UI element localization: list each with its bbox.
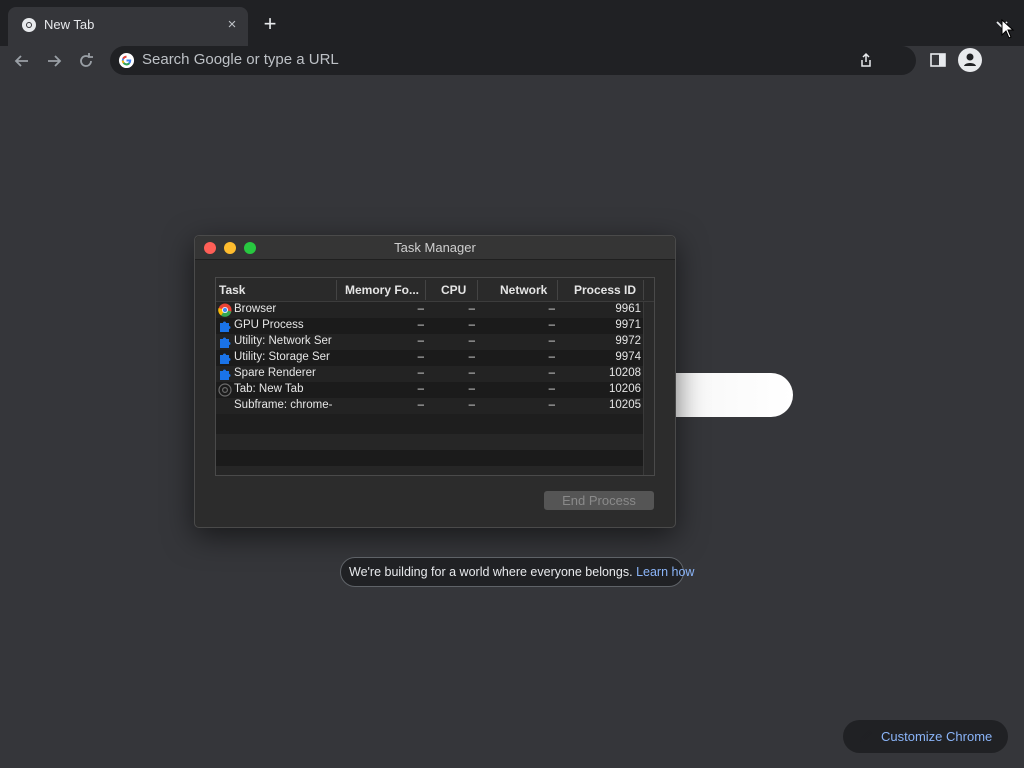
cell-network: – [548, 319, 555, 331]
cell-memory: – [417, 399, 424, 411]
process-table: Task Memory Fo... CPU Network Process ID… [215, 277, 655, 476]
new-tab-button[interactable]: + [258, 12, 282, 36]
column-header-task[interactable]: Task [219, 283, 245, 297]
forward-arrow-icon[interactable] [43, 50, 65, 72]
cell-memory: – [417, 383, 424, 395]
toolbar: Search Google or type a URL [0, 46, 1024, 76]
task-manager-dialog: Task Manager Task Memory Fo... CPU Netwo… [194, 235, 676, 528]
cell-task: GPU Process [234, 319, 304, 331]
cell-network: – [548, 367, 555, 379]
table-scrollbar[interactable] [643, 302, 654, 475]
cell-cpu: – [468, 399, 475, 411]
table-row[interactable]: GPU Process – – – 9971 [216, 318, 644, 334]
chrome-icon [218, 303, 232, 317]
cell-cpu: – [468, 335, 475, 347]
blank-icon [218, 399, 232, 413]
cell-network: – [548, 303, 555, 315]
tab-strip: New Tab × + [0, 0, 1024, 46]
cell-cpu: – [468, 383, 475, 395]
column-divider[interactable] [336, 280, 337, 300]
column-header-memory[interactable]: Memory Fo... [345, 283, 419, 297]
dialog-titlebar[interactable]: Task Manager [195, 236, 675, 260]
puzzle-icon [218, 319, 232, 333]
promo-banner: We're building for a world where everyon… [340, 557, 694, 587]
cell-cpu: – [468, 303, 475, 315]
column-divider[interactable] [425, 280, 426, 300]
table-row[interactable]: Browser – – – 9961 [216, 302, 644, 318]
customize-chrome-label: Customize Chrome [881, 729, 993, 744]
puzzle-icon [218, 351, 232, 365]
customize-chrome-button[interactable]: Customize Chrome [843, 720, 1008, 753]
column-divider[interactable] [477, 280, 478, 300]
chrome-gray-icon [218, 383, 232, 397]
cell-process-id: 9972 [615, 335, 641, 347]
column-header-process-id[interactable]: Process ID [574, 283, 636, 297]
cell-task: Subframe: chrome- [234, 399, 333, 411]
back-arrow-icon[interactable] [11, 50, 33, 72]
cell-network: – [548, 383, 555, 395]
tab-close-button[interactable]: × [222, 15, 242, 35]
column-header-network[interactable]: Network [500, 283, 547, 297]
column-divider[interactable] [557, 280, 558, 300]
end-process-button[interactable]: End Process [544, 491, 654, 510]
table-row[interactable]: Spare Renderer – – – 10208 [216, 366, 644, 382]
cell-process-id: 9961 [615, 303, 641, 315]
banner-text: We're building for a world where everyon… [349, 565, 694, 579]
cell-task: Spare Renderer [234, 367, 316, 379]
table-row-empty [216, 450, 644, 466]
cell-task: Utility: Storage Ser [234, 351, 330, 363]
cell-network: – [548, 335, 555, 347]
mouse-cursor-icon [1001, 19, 1015, 39]
cell-process-id: 9974 [615, 351, 641, 363]
cell-process-id: 10208 [609, 367, 641, 379]
share-icon[interactable] [858, 52, 874, 68]
cell-task: Tab: New Tab [234, 383, 304, 395]
cell-process-id: 10205 [609, 399, 641, 411]
table-row[interactable]: Utility: Network Ser – – – 9972 [216, 334, 644, 350]
table-row[interactable]: Utility: Storage Ser – – – 9974 [216, 350, 644, 366]
dialog-title: Task Manager [394, 240, 476, 255]
cell-task: Utility: Network Ser [234, 335, 332, 347]
cell-process-id: 10206 [609, 383, 641, 395]
banner-message: We're building for a world where everyon… [349, 565, 633, 579]
cell-process-id: 9971 [615, 319, 641, 331]
cell-cpu: – [468, 351, 475, 363]
person-icon [964, 53, 976, 66]
cell-cpu: – [468, 319, 475, 331]
table-row-empty [216, 466, 644, 475]
reload-icon[interactable] [75, 50, 97, 72]
omnibox-input[interactable]: Search Google or type a URL [142, 51, 339, 68]
cell-memory: – [417, 367, 424, 379]
table-row-empty [216, 434, 644, 450]
cell-memory: – [417, 351, 424, 363]
tab-new-tab[interactable]: New Tab × [8, 7, 248, 46]
column-header-cpu[interactable]: CPU [441, 283, 466, 297]
cell-memory: – [417, 319, 424, 331]
cell-memory: – [417, 303, 424, 315]
puzzle-icon [218, 367, 232, 381]
pencil-icon [860, 730, 872, 742]
table-header: Task Memory Fo... CPU Network Process ID [216, 278, 654, 302]
table-row[interactable]: Subframe: chrome- – – – 10205 [216, 398, 644, 414]
side-panel-icon[interactable] [928, 50, 948, 70]
cell-network: – [548, 351, 555, 363]
google-g-icon [118, 52, 135, 69]
cell-memory: – [417, 335, 424, 347]
learn-how-link[interactable]: Learn how [636, 565, 694, 579]
column-divider[interactable] [643, 280, 644, 300]
tab-title: New Tab [44, 17, 95, 32]
puzzle-icon [218, 335, 232, 349]
omnibox[interactable]: Search Google or type a URL [110, 46, 916, 75]
profile-avatar[interactable] [958, 48, 982, 72]
cell-cpu: – [468, 367, 475, 379]
table-row[interactable]: Tab: New Tab – – – 10206 [216, 382, 644, 398]
chrome-icon [22, 18, 36, 32]
cell-network: – [548, 399, 555, 411]
cell-task: Browser [234, 303, 277, 315]
